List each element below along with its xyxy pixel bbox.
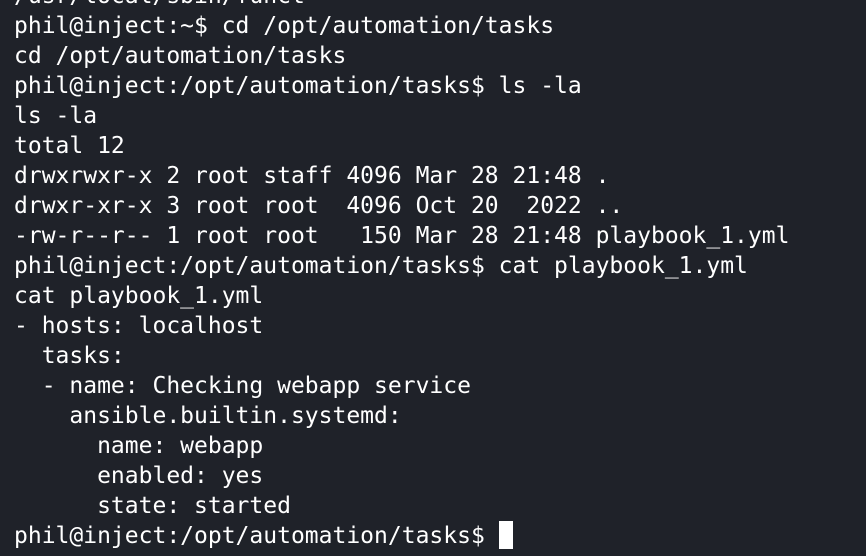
terminal-line: cat playbook_1.yml	[14, 283, 264, 309]
shell-prompt: phil@inject:/opt/automation/tasks$	[14, 523, 499, 549]
terminal-output: /usr/local/sbin/funct phil@inject:~$ cd …	[14, 0, 866, 551]
terminal-line: enabled: yes	[14, 463, 264, 489]
text-cursor	[498, 520, 513, 549]
terminal-line: phil@inject:~$ cd /opt/automation/tasks	[14, 13, 555, 39]
terminal-line: - name: Checking webapp service	[14, 373, 471, 399]
terminal-window[interactable]: /usr/local/sbin/funct phil@inject:~$ cd …	[0, 0, 866, 556]
terminal-line: -rw-r--r-- 1 root root 150 Mar 28 21:48 …	[14, 223, 790, 249]
terminal-line: cd /opt/automation/tasks	[14, 43, 347, 69]
terminal-line: phil@inject:/opt/automation/tasks$ cat p…	[14, 253, 748, 279]
terminal-line: ls -la	[14, 103, 98, 129]
terminal-line: ansible.builtin.systemd:	[14, 403, 402, 429]
terminal-line: state: started	[14, 493, 291, 519]
terminal-prompt-line[interactable]: phil@inject:/opt/automation/tasks$	[14, 520, 866, 551]
terminal-line: name: webapp	[14, 433, 264, 459]
terminal-line: drwxrwxr-x 2 root staff 4096 Mar 28 21:4…	[14, 163, 610, 189]
terminal-line: - hosts: localhost	[14, 313, 264, 339]
terminal-line: drwxr-xr-x 3 root root 4096 Oct 20 2022 …	[14, 193, 624, 219]
terminal-line: /usr/local/sbin/funct	[14, 0, 866, 11]
terminal-line: total 12	[14, 133, 125, 159]
terminal-line: phil@inject:/opt/automation/tasks$ ls -l…	[14, 73, 582, 99]
terminal-line: tasks:	[14, 343, 125, 369]
